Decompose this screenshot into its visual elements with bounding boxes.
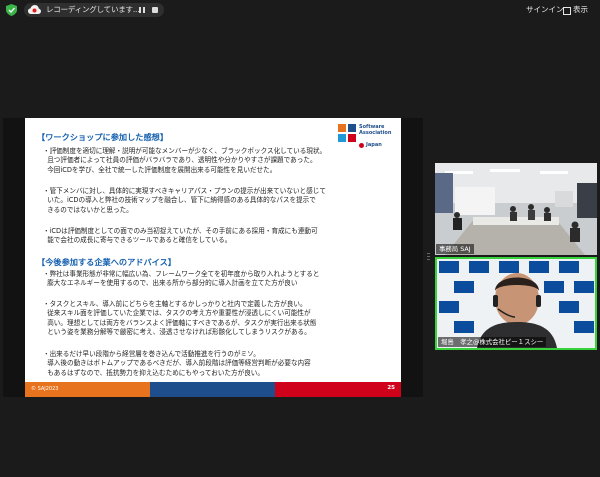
slide-content: Software Association Japan 【ワークショップに参加した… [25,118,401,397]
speaker-video [437,259,595,348]
stop-recording-button[interactable] [150,5,160,15]
recording-indicator: レコーディングしています... [24,3,164,17]
impression-paragraph: ・管下メンバに対し、具体的に実現すべきキャリアパス・プランの提示が出来ていないと… [43,187,326,214]
shield-check-icon[interactable] [6,4,17,16]
shared-screen: Software Association Japan 【ワークショップに参加した… [3,118,423,397]
recording-status-text: レコーディングしています... [46,5,140,14]
logo-text: Software Association [359,124,392,136]
section-title-impressions: 【ワークショップに参加した感想】 [37,132,169,142]
top-bar: レコーディングしています... サインイン 表示 [0,0,600,20]
advice-paragraph: ・出来るだけ早い段階から経営層を巻き込んで活動推進を行うのがミソ。 導入後の動き… [43,350,311,377]
impression-paragraph: ・評価制度を適切に理解・説明が可能なメンバーが少なく、ブラックボックス化している… [43,147,327,174]
section-title-advice: 【今後参加する企業へのアドバイス】 [37,257,176,267]
slide-footer: © SAJ2023 25 [25,382,401,397]
view-button-label: 表示 [573,5,588,14]
pause-recording-button[interactable] [137,5,147,15]
view-button[interactable]: 表示 [560,3,596,17]
video-tile-speaker[interactable]: 堀島 孝之@株式会社ピー１スシー [435,257,597,350]
advice-paragraph: ・弊社は事業形態が非常に幅広い為、フレームワーク全てを初年度から取り入れようとす… [43,270,320,288]
logo-japan: Japan [366,142,382,148]
advice-paragraph: ・タスクとスキル、導入前にどちらを主軸とするかしっかりと社内で定義した方が良い。… [43,300,317,337]
participant-name: 堀島 孝之@株式会社ピー１スシー [438,337,547,347]
footer-copyright: © SAJ2023 [31,386,59,392]
pause-icon [139,7,141,13]
page-number: 25 [387,385,395,391]
letterbox-right [401,118,423,397]
stop-icon [152,7,158,13]
meeting-room-video [435,163,597,255]
grid-view-icon [563,7,571,15]
video-tile-room[interactable]: 事務局 SAJ [435,163,597,255]
impression-paragraph: ・iCDは評価制度としての面でのみ当初捉えていたが、その手前にある採用・育成にも… [43,227,318,245]
cloud-record-icon [28,5,41,14]
letterbox-left [3,118,25,397]
panel-resize-handle[interactable] [427,250,430,262]
saj-logo: Software Association Japan [337,122,399,152]
participant-name: 事務局 SAJ [436,244,474,254]
